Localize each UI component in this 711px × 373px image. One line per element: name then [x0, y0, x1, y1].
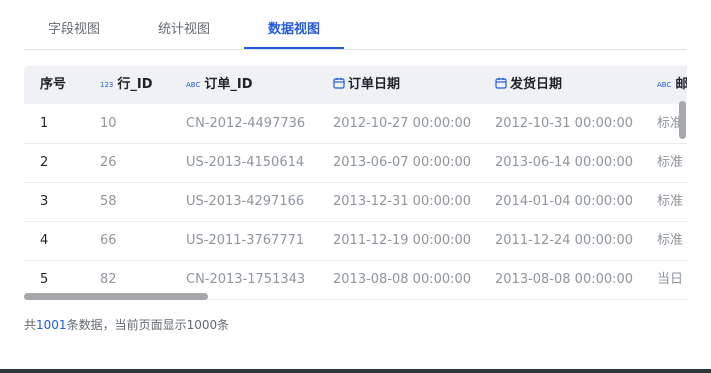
text-type-icon: ABC: [186, 81, 201, 89]
table-row[interactable]: 2 26 US-2013-4150614 2013-06-07 00:00:00…: [24, 143, 687, 183]
tab-stats-view[interactable]: 统计视图: [134, 0, 234, 49]
total-count: 1001: [36, 318, 67, 332]
cell-ship-date: 2013-08-08 00:00:00: [495, 272, 634, 287]
data-table: 序号 123 行_ID ABC 订单_ID 订单日期 发货日期 ABC 邮 1 …: [24, 66, 687, 302]
calendar-icon: [495, 77, 507, 89]
cell-ship-date: 2012-10-31 00:00:00: [495, 116, 634, 131]
bottom-edge-bar: [0, 369, 711, 373]
vertical-scrollbar[interactable]: [679, 101, 686, 139]
cell-order-id: US-2011-3767771: [186, 233, 305, 248]
row-index: 3: [40, 194, 49, 209]
column-header-label: 邮: [675, 77, 687, 92]
column-header-label: 订单日期: [348, 77, 401, 92]
table-row[interactable]: 3 58 US-2013-4297166 2013-12-31 00:00:00…: [24, 182, 687, 222]
cell-row-id: 58: [100, 194, 117, 209]
cell-order-date: 2013-12-31 00:00:00: [333, 194, 472, 209]
row-index: 1: [40, 116, 49, 131]
record-count-summary: 共1001条数据，当前页面显示1000条: [24, 316, 229, 333]
cell-row-id: 66: [100, 233, 117, 248]
column-header-mail[interactable]: ABC 邮: [657, 66, 687, 104]
row-index: 4: [40, 233, 49, 248]
cell-row-id: 10: [100, 116, 117, 131]
row-index: 2: [40, 155, 49, 170]
calendar-icon: [333, 77, 345, 89]
column-header-label: 行_ID: [117, 77, 153, 92]
table-row[interactable]: 4 66 US-2011-3767771 2011-12-19 00:00:00…: [24, 221, 687, 261]
cell-order-id: CN-2012-4497736: [186, 116, 306, 131]
cell-mail: 标准: [657, 233, 684, 248]
cell-ship-date: 2014-01-04 00:00:00: [495, 194, 634, 209]
cell-order-id: US-2013-4297166: [186, 194, 305, 209]
summary-prefix: 共: [24, 318, 37, 332]
tab-field-view[interactable]: 字段视图: [24, 0, 124, 49]
column-header-order-date[interactable]: 订单日期: [333, 66, 400, 104]
cell-order-date: 2013-06-07 00:00:00: [333, 155, 472, 170]
cell-order-date: 2013-08-08 00:00:00: [333, 272, 472, 287]
cell-ship-date: 2013-06-14 00:00:00: [495, 155, 634, 170]
tab-data-view[interactable]: 数据视图: [244, 0, 344, 49]
column-header-label: 发货日期: [510, 77, 563, 92]
cell-order-id: US-2013-4150614: [186, 155, 305, 170]
view-tabs: 字段视图 统计视图 数据视图: [24, 0, 687, 50]
cell-mail: 当日: [657, 272, 684, 287]
horizontal-scrollbar[interactable]: [24, 293, 208, 300]
table-row[interactable]: 1 10 CN-2012-4497736 2012-10-27 00:00:00…: [24, 104, 687, 144]
column-header-label: 序号: [40, 77, 67, 92]
cell-mail: 标准: [657, 194, 684, 209]
cell-order-date: 2011-12-19 00:00:00: [333, 233, 472, 248]
column-header-row-id[interactable]: 123 行_ID: [100, 66, 153, 104]
column-header-index[interactable]: 序号: [40, 66, 66, 104]
column-header-ship-date[interactable]: 发货日期: [495, 66, 562, 104]
cell-order-date: 2012-10-27 00:00:00: [333, 116, 472, 131]
summary-suffix: 条数据，当前页面显示1000条: [66, 318, 230, 332]
number-type-icon: 123: [100, 81, 114, 89]
cell-row-id: 26: [100, 155, 117, 170]
active-tab-indicator: [244, 47, 344, 49]
cell-mail: 标准: [657, 155, 684, 170]
column-header-label: 订单_ID: [204, 77, 253, 92]
text-type-icon: ABC: [657, 81, 672, 89]
column-header-order-id[interactable]: ABC 订单_ID: [186, 66, 253, 104]
table-header: 序号 123 行_ID ABC 订单_ID 订单日期 发货日期 ABC 邮: [24, 66, 687, 104]
cell-ship-date: 2011-12-24 00:00:00: [495, 233, 634, 248]
